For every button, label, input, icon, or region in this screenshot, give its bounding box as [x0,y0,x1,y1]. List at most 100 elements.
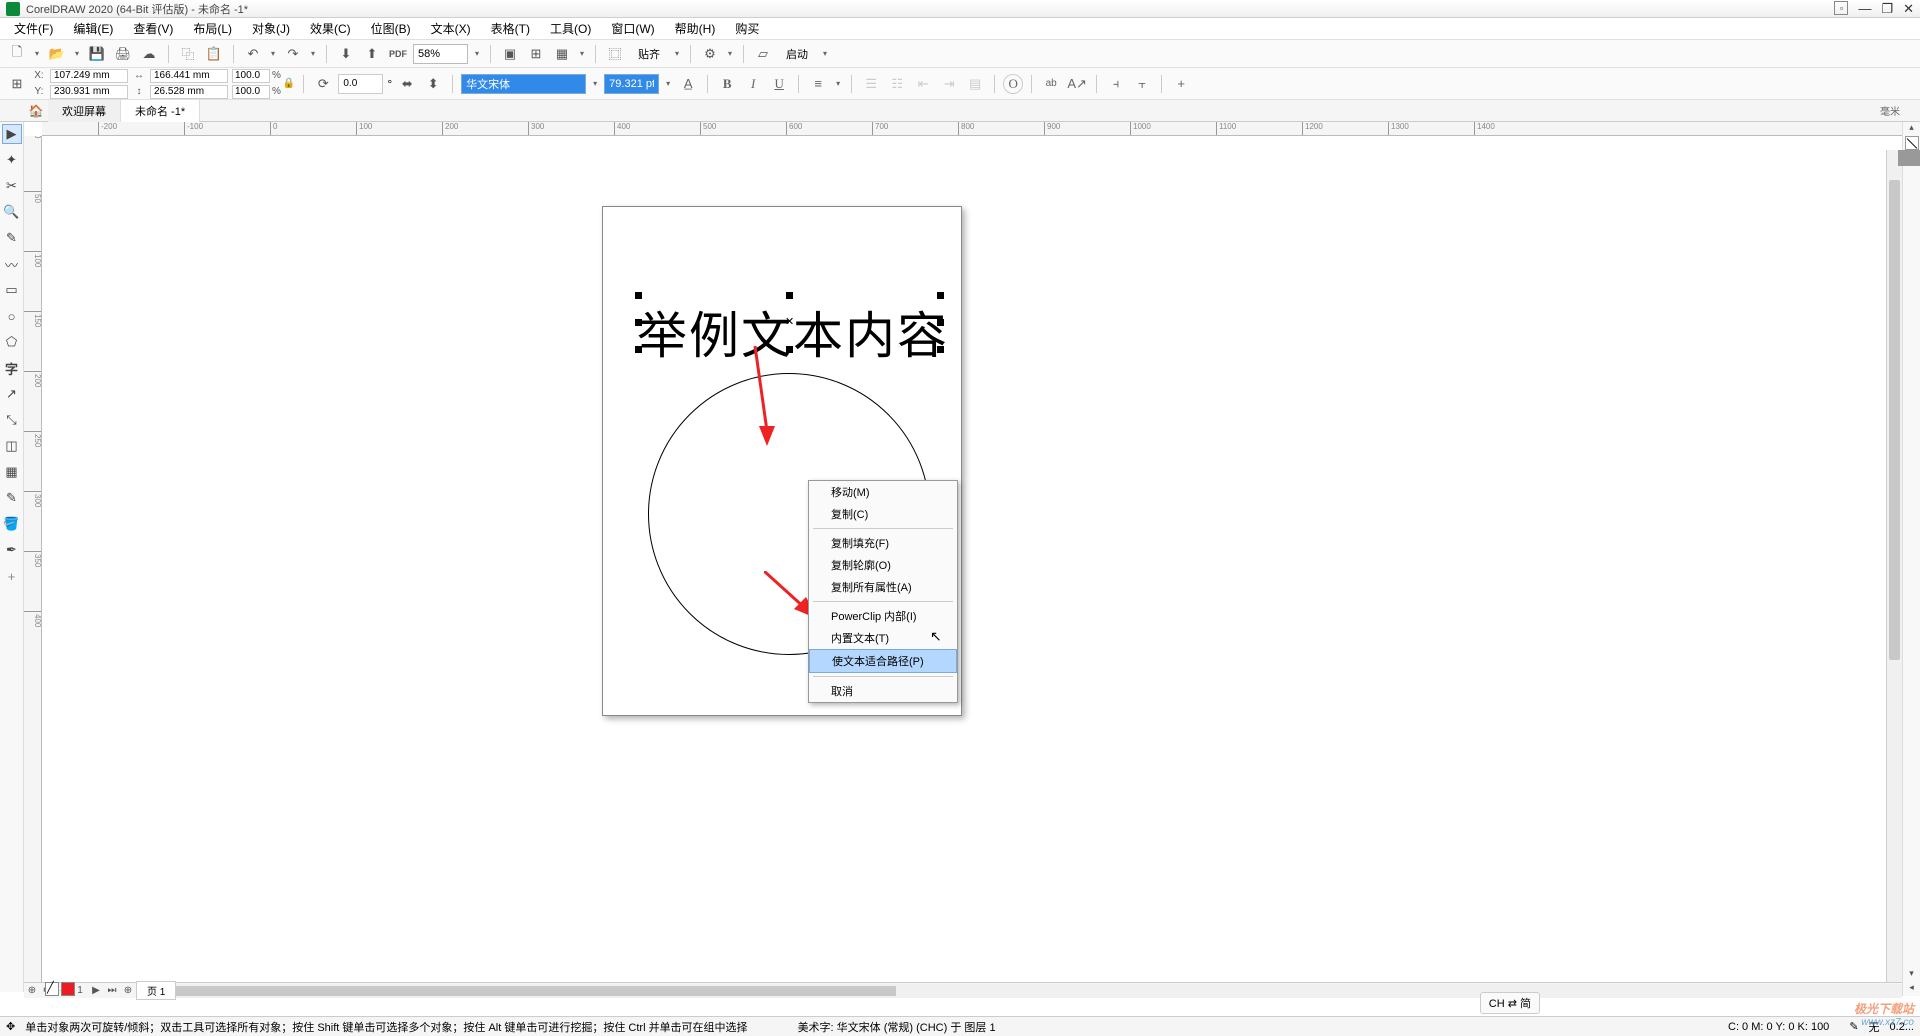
eyedropper-icon[interactable]: ✎ [2,488,22,508]
bullets-icon[interactable]: ☰ [860,73,882,95]
home-icon[interactable]: 🏠 [24,104,48,118]
launch-icon[interactable]: ▱ [752,43,774,65]
rotation-input[interactable] [338,74,383,94]
x-input[interactable] [50,69,128,83]
menu-view[interactable]: 查看(V) [125,18,181,39]
hscroll-thumb[interactable] [176,986,896,996]
connector-tool-icon[interactable]: ⤡ [2,410,22,430]
menu-object[interactable]: 对象(J) [244,18,298,39]
ctx-move[interactable]: 移动(M) [809,481,957,503]
vertical-scrollbar[interactable] [1886,150,1902,992]
canvas-area[interactable]: -300-200-1000100200300400500600700800900… [24,122,1920,992]
new-icon[interactable]: 🗋 [6,43,28,65]
indent-dec-icon[interactable]: ⇤ [912,73,934,95]
sel-handle-bm[interactable] [786,346,793,353]
minimize-icon[interactable]: — [1858,1,1871,17]
add-tool-icon[interactable]: + [2,566,22,586]
menu-tools[interactable]: 工具(O) [542,18,599,39]
canvas-viewport[interactable]: 举例文本内容 ✕ 移动(M) 复制(C) [42,136,1902,992]
drop-cap-icon[interactable]: ▤ [964,73,986,95]
menu-bitmap[interactable]: 位图(B) [363,18,419,39]
width-input[interactable] [150,69,228,83]
align-dropdown-icon[interactable]: ▾ [833,79,843,88]
text-direction-h-icon[interactable]: ⫞ [1105,73,1127,95]
tab-document-1[interactable]: 未命名 -1* [121,100,200,123]
y-input[interactable] [50,85,128,99]
menu-file[interactable]: 文件(F) [6,18,61,39]
grid-dropdown-icon[interactable]: ▾ [577,49,587,58]
window-options-icon[interactable]: ▫ [1834,1,1848,15]
redo-dropdown-icon[interactable]: ▾ [308,49,318,58]
indent-inc-icon[interactable]: ⇥ [938,73,960,95]
pdf-icon[interactable]: PDF [387,43,409,65]
zoom-dropdown-icon[interactable]: ▾ [472,49,482,58]
ctx-fit-text-to-path[interactable]: 使文本适合路径(P) [809,649,957,673]
snap-icon[interactable]: ⿴ [604,43,626,65]
red-swatch[interactable] [61,982,75,996]
page-tab-1[interactable]: 页 1 [136,981,176,1000]
menu-effects[interactable]: 效果(C) [302,18,359,39]
alignment-icon[interactable]: ≡ [807,73,829,95]
vscroll-thumb[interactable] [1889,180,1900,660]
ab-edit-icon[interactable]: ab [1040,73,1062,95]
ctx-copy-outline[interactable]: 复制轮廓(O) [809,554,957,576]
import-icon[interactable]: ⬇ [335,43,357,65]
sel-handle-tl[interactable] [635,292,642,299]
save-icon[interactable]: 💾 [86,43,108,65]
mirror-h-icon[interactable]: ⬌ [396,73,418,95]
ctx-copy-all[interactable]: 复制所有属性(A) [809,576,957,598]
text-direction-v-icon[interactable]: ⫟ [1131,73,1153,95]
undo-dropdown-icon[interactable]: ▾ [268,49,278,58]
snap-dropdown-icon[interactable]: ▾ [672,49,682,58]
shape-tool-icon[interactable]: ✦ [2,150,22,170]
rectangle-tool-icon[interactable]: ▭ [2,280,22,300]
sel-handle-tr[interactable] [937,292,944,299]
font-select[interactable] [461,74,586,94]
variable-font-icon[interactable]: O [1003,74,1023,94]
menu-edit[interactable]: 编辑(E) [65,18,121,39]
palette-scroll-up-icon[interactable]: ▴ [1909,122,1914,136]
text-tool-icon[interactable]: 字 [2,358,22,378]
sel-handle-mr[interactable] [937,319,944,326]
no-fill-swatch[interactable]: ╱ [45,982,59,996]
artistic-media-icon[interactable]: 〰 [2,254,22,274]
freehand-tool-icon[interactable]: ✎ [2,228,22,248]
print-icon[interactable]: 🖨 [112,43,134,65]
menu-buy[interactable]: 购买 [727,18,767,39]
redo-icon[interactable]: ↷ [282,43,304,65]
export-icon[interactable]: ⬆ [361,43,383,65]
close-icon[interactable]: ✕ [1903,1,1914,17]
grid-icon[interactable]: ▦ [551,43,573,65]
polygon-tool-icon[interactable]: ⬠ [2,332,22,352]
palette-expand-icon[interactable]: ◂ [1909,982,1914,996]
palette-scroll-down-icon[interactable]: ▾ [1909,968,1914,982]
last-page-icon[interactable]: ⏭ [104,984,120,998]
crop-tool-icon[interactable]: ✂ [2,176,22,196]
sel-handle-br[interactable] [937,346,944,353]
fullscreen-icon[interactable]: ▣ [499,43,521,65]
lock-icon[interactable]: 🔒 [283,78,295,89]
menu-window[interactable]: 窗口(W) [603,18,662,39]
launch-label[interactable]: 启动 [778,44,816,64]
maximize-icon[interactable]: ❐ [1881,1,1893,17]
numbering-icon[interactable]: ☷ [886,73,908,95]
fill-tool-icon[interactable]: 🪣 [2,514,22,534]
options-icon[interactable]: ⚙ [699,43,721,65]
font-size-input[interactable] [604,74,659,94]
height-input[interactable] [150,85,228,99]
new-dropdown-icon[interactable]: ▾ [32,49,42,58]
scale-y-input[interactable] [232,85,270,99]
font-size-unit-icon[interactable]: A̲ [677,73,699,95]
zoom-input[interactable] [413,44,468,64]
italic-button[interactable]: I [742,73,764,95]
artistic-text-object[interactable]: 举例文本内容 [637,296,949,368]
open-icon[interactable]: 📂 [46,43,68,65]
no-color-swatch[interactable] [1905,136,1919,150]
cloud-icon[interactable]: ☁ [138,43,160,65]
undo-icon[interactable]: ↶ [242,43,264,65]
copy-icon[interactable]: ⿻ [177,43,199,65]
outline-tool-icon[interactable]: ✒ [2,540,22,560]
drop-shadow-icon[interactable]: ◫ [2,436,22,456]
menu-text[interactable]: 文本(X) [423,18,479,39]
add-page-icon[interactable]: ⊕ [24,984,40,998]
